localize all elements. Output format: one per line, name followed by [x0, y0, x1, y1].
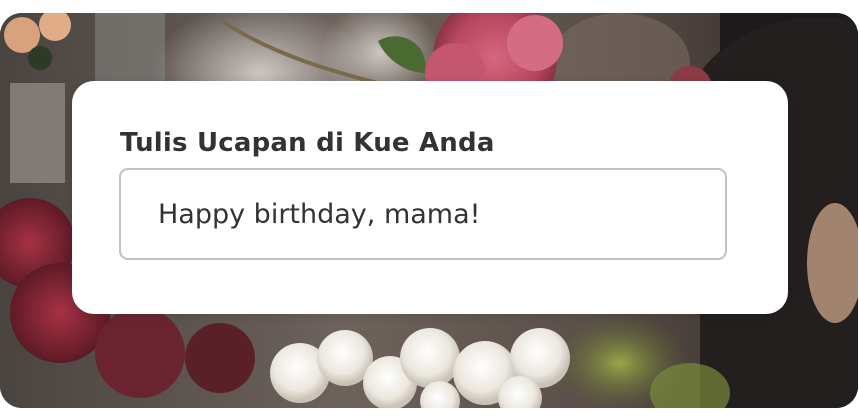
cake-message-card: Tulis Ucapan di Kue Anda Happy birthday,… [72, 81, 788, 314]
cake-message-input-value[interactable]: Happy birthday, mama! [158, 199, 480, 230]
cake-message-title: Tulis Ucapan di Kue Anda [120, 128, 495, 158]
cake-message-input[interactable]: Happy birthday, mama! [119, 168, 727, 260]
